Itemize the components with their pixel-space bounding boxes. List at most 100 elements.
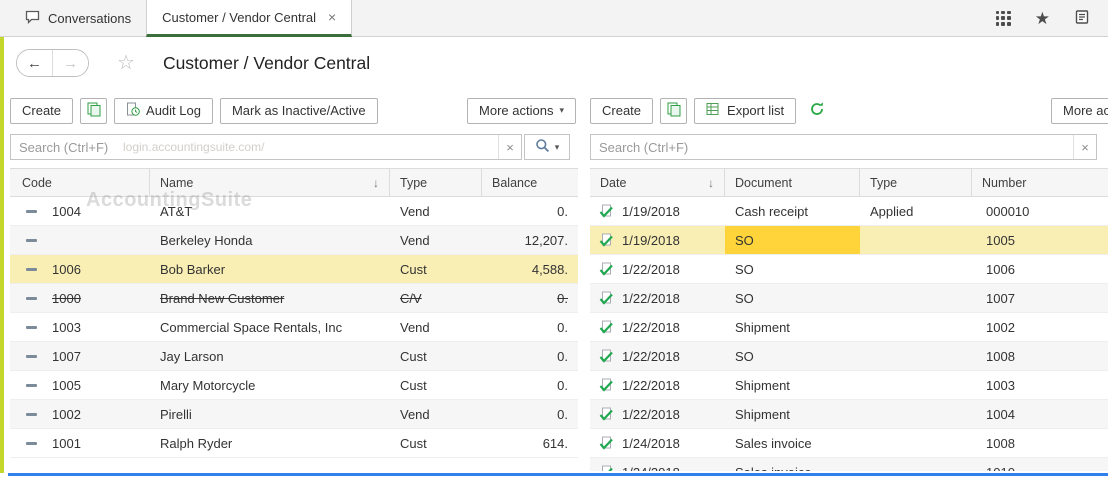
more-actions-button[interactable]: More actions ▾ — [1051, 97, 1108, 124]
cell-type: Cust — [400, 348, 427, 364]
table-row[interactable]: 1/22/2018 Shipment 1004 — [590, 400, 1108, 429]
customers-table: Code Name ↓ Type Balance 1004 AT&T Vend … — [10, 168, 578, 471]
cell-type — [860, 255, 972, 283]
status-dash-icon — [26, 209, 37, 213]
forward-button[interactable]: → — [53, 50, 88, 76]
documents-toolbar: Create Export list More actions ▾ — [590, 97, 1108, 124]
status-dash-icon — [26, 267, 37, 271]
favorites-star-icon[interactable]: ★ — [1035, 10, 1050, 27]
cell-document: SO — [725, 226, 860, 254]
cell-number: 1004 — [986, 406, 1015, 422]
export-list-button[interactable]: Export list — [694, 97, 797, 124]
bottom-selection-line — [8, 473, 1108, 476]
cell-balance: 0. — [557, 319, 568, 335]
cell-type — [860, 400, 972, 428]
cell-code: 1000 — [10, 284, 150, 312]
table-row[interactable]: 1005 Mary Motorcycle Cust 0. — [10, 371, 578, 400]
cell-name: AT&T — [160, 203, 193, 219]
apps-grid-icon[interactable] — [995, 10, 1011, 26]
create-copy-button[interactable] — [80, 97, 108, 124]
status-dash-icon — [26, 412, 37, 416]
cell-date: 1/22/2018 — [590, 371, 725, 399]
table-row[interactable]: 1000 Brand New Customer C/V 0. — [10, 284, 578, 313]
column-header-type[interactable]: Type — [860, 169, 972, 196]
cell-type: Vend — [400, 232, 430, 248]
more-actions-button[interactable]: More actions ▾ — [467, 97, 576, 124]
favorite-star-icon[interactable]: ☆ — [117, 53, 135, 73]
mark-inactive-active-button[interactable]: Mark as Inactive/Active — [219, 97, 378, 124]
cell-type — [860, 284, 972, 312]
create-button[interactable]: Create — [10, 97, 74, 124]
status-dash-icon — [26, 325, 37, 329]
table-row[interactable]: 1003 Commercial Space Rentals, Inc Vend … — [10, 313, 578, 342]
table-row[interactable]: 1/22/2018 Shipment 1002 — [590, 313, 1108, 342]
cell-document: Sales invoice — [725, 458, 860, 472]
column-header-name[interactable]: Name ↓ — [150, 169, 390, 196]
table-row[interactable]: 1007 Jay Larson Cust 0. — [10, 342, 578, 371]
customers-search: login.accountingsuite.com/ × — [10, 134, 522, 160]
create-copy-button[interactable] — [660, 97, 688, 124]
column-header-type[interactable]: Type — [390, 169, 482, 196]
table-row[interactable]: 1/24/2018 Sales invoice 1008 — [590, 429, 1108, 458]
table-row[interactable]: 1002 Pirelli Vend 0. — [10, 400, 578, 429]
table-row[interactable]: 1/24/2018 Sales invoice 1010 — [590, 458, 1108, 471]
chevron-down-icon: ▾ — [554, 141, 560, 152]
column-header-date[interactable]: Date ↓ — [590, 169, 725, 196]
chat-icon — [25, 10, 41, 27]
column-header-balance[interactable]: Balance — [482, 169, 578, 196]
cell-document: SO — [735, 261, 754, 277]
clear-icon[interactable]: × — [498, 135, 521, 159]
search-input[interactable] — [11, 139, 498, 155]
cell-date: 1/22/2018 — [590, 400, 725, 428]
refresh-button[interactable] — [803, 98, 830, 124]
table-row[interactable]: 1/19/2018 Cash receipt Applied 000010 — [590, 197, 1108, 226]
table-row[interactable]: Berkeley Honda Vend 12,207. — [10, 226, 578, 255]
cell-type: Applied — [870, 203, 914, 219]
cell-type — [860, 313, 972, 341]
column-header-document[interactable]: Document — [725, 169, 860, 196]
create-button[interactable]: Create — [590, 97, 654, 124]
cell-type — [860, 429, 972, 457]
cell-code: 1006 — [10, 255, 150, 283]
cell-date: 1/22/2018 — [590, 342, 725, 370]
posted-document-icon — [598, 233, 614, 248]
cell-balance: 0. — [557, 203, 568, 219]
table-row[interactable]: 1004 AT&T Vend 0. — [10, 197, 578, 226]
history-icon[interactable] — [1074, 9, 1090, 28]
table-row[interactable]: 1/22/2018 SO 1007 — [590, 284, 1108, 313]
tab-label: Customer / Vendor Central — [162, 9, 317, 25]
search-options-button[interactable]: ▾ — [524, 134, 570, 160]
table-header: Date ↓ Document Type Number — [590, 168, 1108, 197]
table-row[interactable]: 1001 Ralph Ryder Cust 614. — [10, 429, 578, 458]
tab-conversations[interactable]: Conversations — [10, 0, 146, 36]
cell-type: Cust — [400, 261, 427, 277]
audit-log-button[interactable]: Audit Log — [114, 97, 213, 124]
table-row[interactable]: 1006 Bob Barker Cust 4,588. — [10, 255, 578, 284]
close-icon[interactable]: × — [328, 9, 336, 25]
tab-customer-vendor-central[interactable]: Customer / Vendor Central × — [146, 0, 353, 37]
clear-icon[interactable]: × — [1073, 135, 1096, 159]
cell-code: 1007 — [10, 342, 150, 370]
cell-type — [860, 226, 972, 254]
cell-document: Sales invoice — [735, 435, 812, 451]
table-row[interactable]: 1/22/2018 SO 1008 — [590, 342, 1108, 371]
cell-code: 1001 — [10, 429, 150, 457]
page-title: Customer / Vendor Central — [162, 52, 371, 73]
back-button[interactable]: ← — [17, 50, 53, 76]
search-input[interactable] — [591, 139, 1073, 155]
posted-document-icon — [598, 349, 614, 364]
documents-search: × — [590, 134, 1097, 160]
posted-document-icon — [598, 320, 614, 335]
cell-name: Berkeley Honda — [160, 232, 253, 248]
status-dash-icon — [26, 238, 37, 242]
cell-type — [860, 458, 972, 471]
table-row[interactable]: 1/19/2018 SO 1005 — [590, 226, 1108, 255]
cell-name: Bob Barker — [160, 261, 226, 277]
cell-name: Ralph Ryder — [160, 435, 233, 451]
status-dash-icon — [26, 383, 37, 387]
table-row[interactable]: 1/22/2018 Shipment 1003 — [590, 371, 1108, 400]
cell-code: 1002 — [10, 400, 150, 428]
column-header-number[interactable]: Number — [972, 169, 1108, 196]
column-header-code[interactable]: Code — [10, 169, 150, 196]
table-row[interactable]: 1/22/2018 SO 1006 — [590, 255, 1108, 284]
